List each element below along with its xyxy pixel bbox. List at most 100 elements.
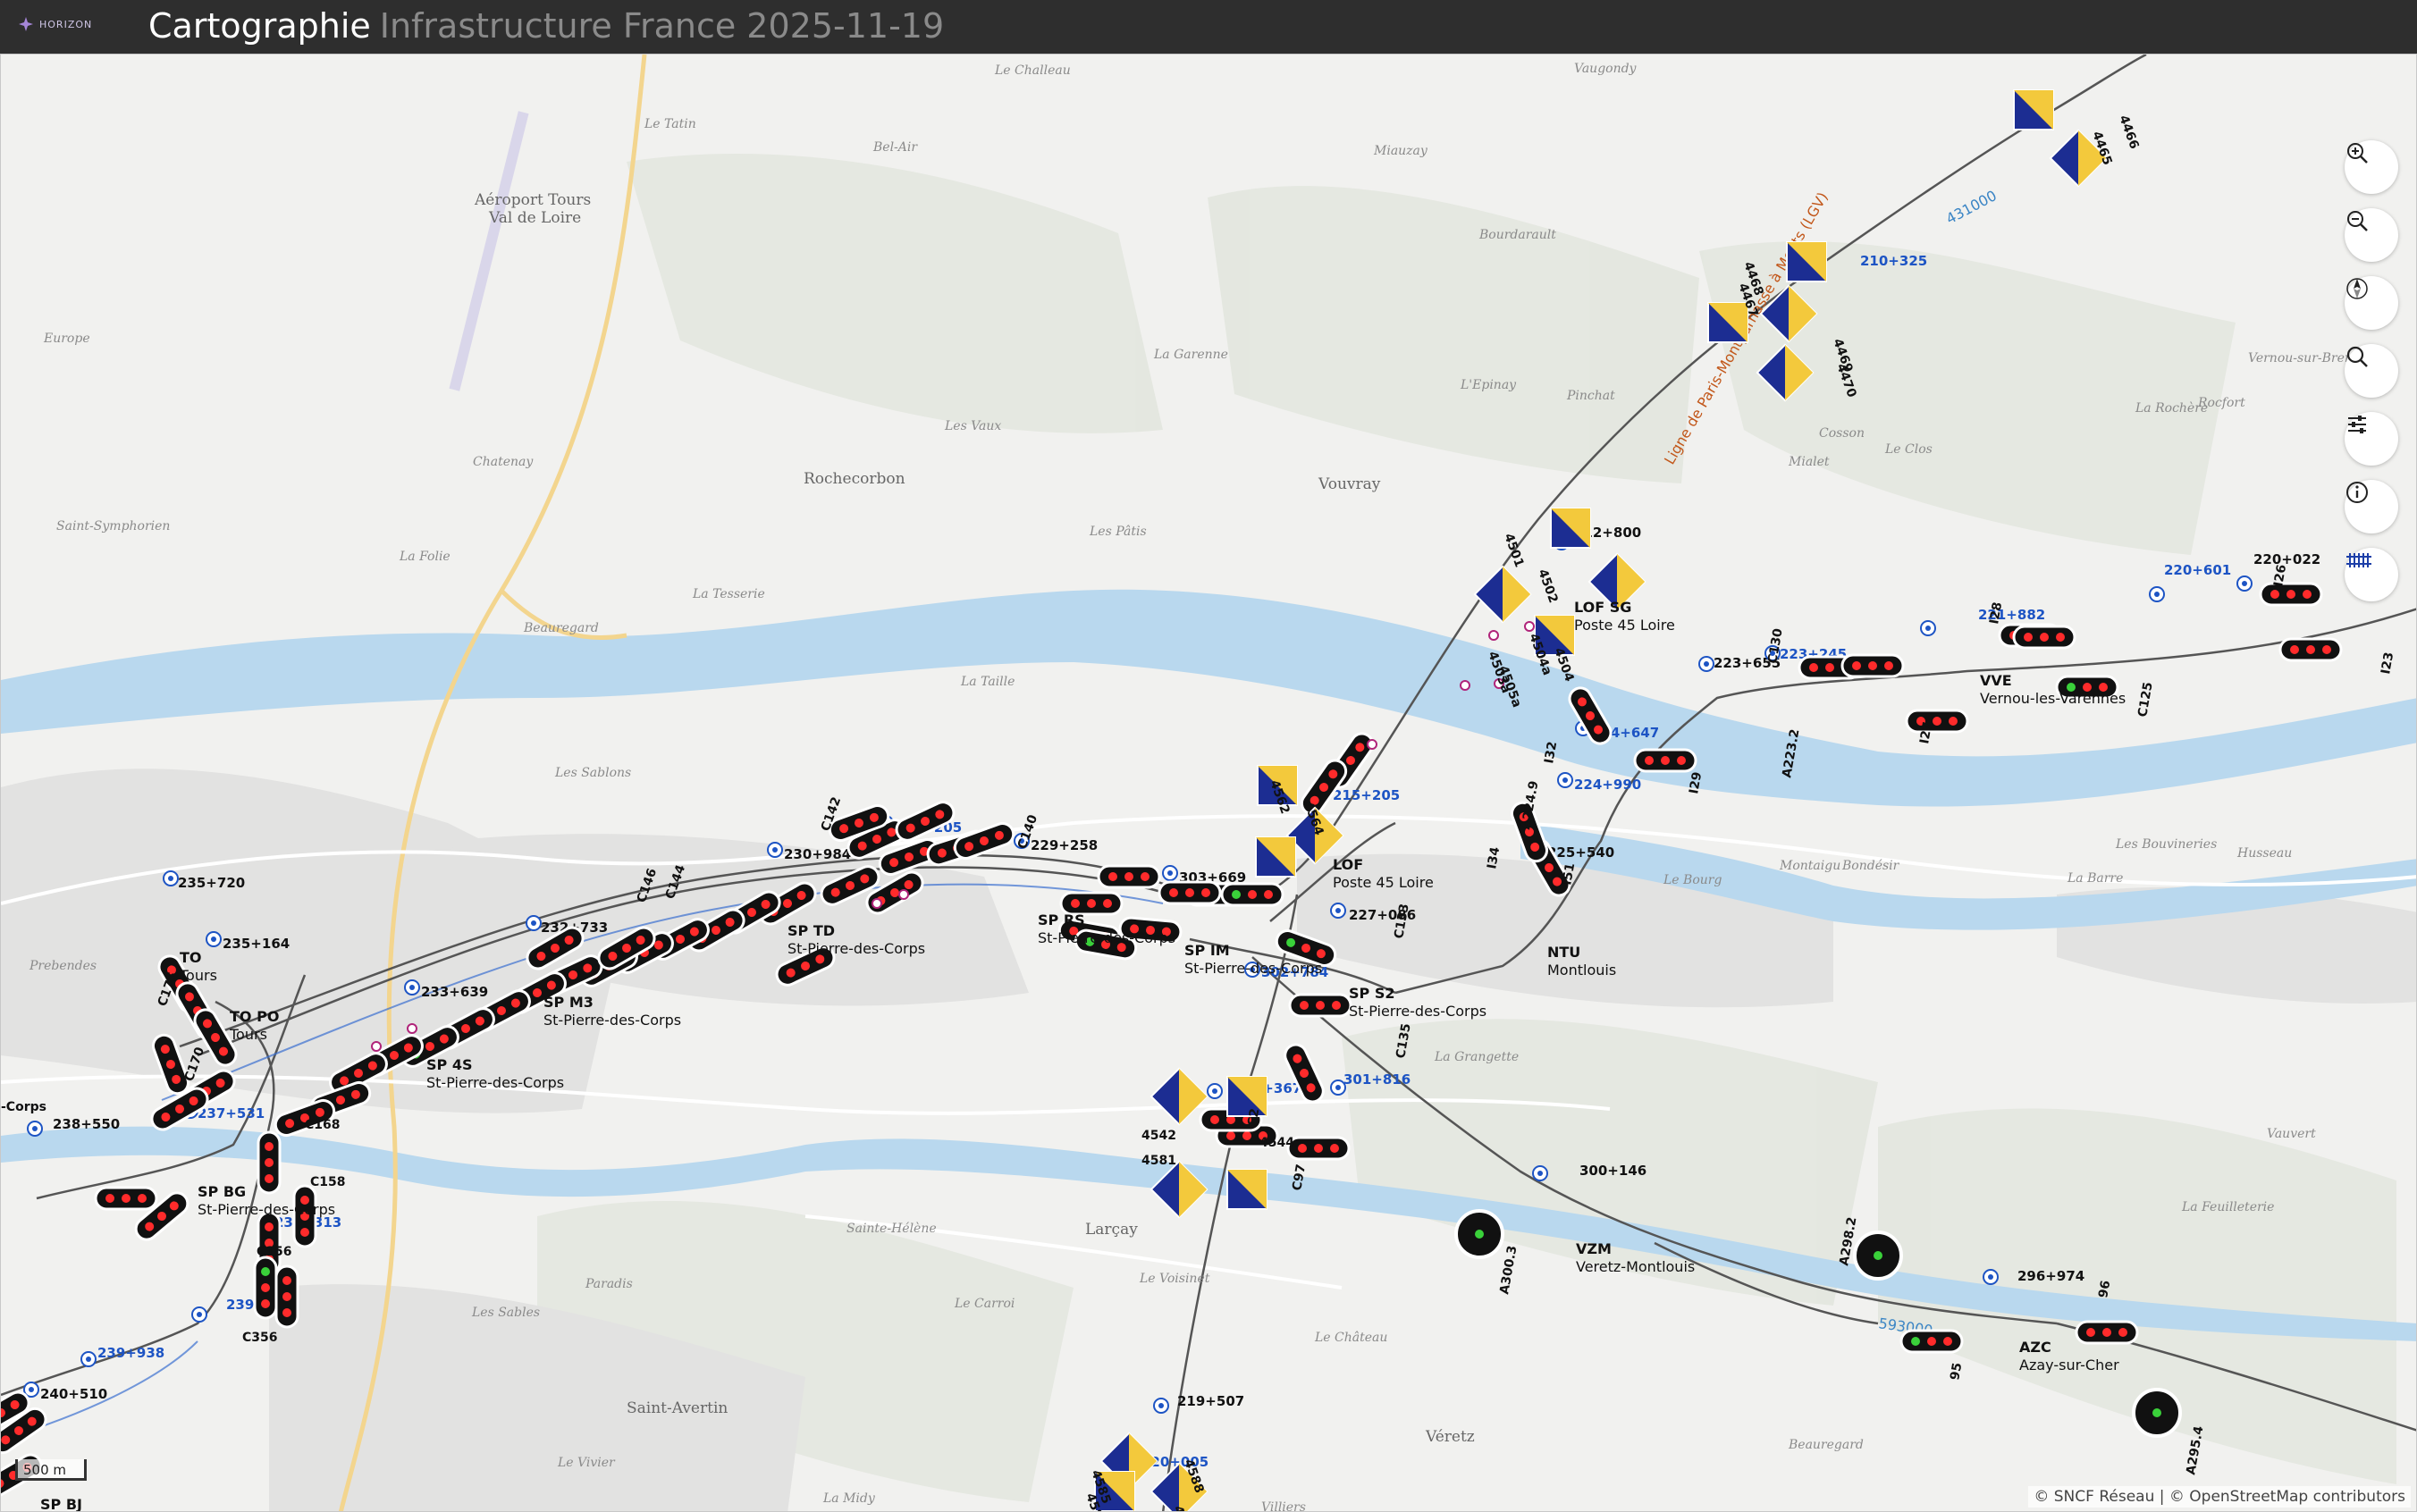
place-label: Rocfort xyxy=(2197,396,2245,410)
info-button[interactable] xyxy=(2345,480,2398,533)
signal-code: 4581 xyxy=(1141,1154,1176,1168)
km-point-dot xyxy=(2242,581,2247,586)
pink-marker[interactable] xyxy=(898,889,909,900)
signal-head[interactable] xyxy=(1905,709,1969,734)
place-label: Sainte-Hélène xyxy=(846,1222,937,1236)
signal-lamp xyxy=(282,1292,291,1301)
zoom-in-button[interactable] xyxy=(2345,140,2398,194)
signal-head[interactable] xyxy=(2075,1320,2139,1345)
signal-lamp xyxy=(2086,1328,2095,1337)
signal-lamp xyxy=(2056,633,2065,642)
signal-head[interactable] xyxy=(1158,880,1222,905)
km-point-label: 239+938 xyxy=(97,1345,164,1361)
map-canvas[interactable]: Ligne de Paris-Montparnasse à Monts (LGV… xyxy=(0,54,2417,1512)
place-label: La Folie xyxy=(399,550,451,564)
signal-head[interactable] xyxy=(1633,748,1697,773)
signal-head[interactable] xyxy=(274,1264,299,1329)
km-point-label: 235+720 xyxy=(178,875,245,891)
signal-head[interactable] xyxy=(1899,1329,1964,1354)
place-label: Le Clos xyxy=(1884,442,1933,457)
signal-lamp xyxy=(1248,890,1257,899)
signal-lamp xyxy=(1825,663,1834,672)
km-point-dot xyxy=(197,1312,202,1317)
station-code: SP S2 xyxy=(1349,985,1394,1002)
place-label: Le Challeau xyxy=(994,63,1071,78)
station-name: Poste 45 Loire xyxy=(1333,874,1434,891)
signal-lamp xyxy=(1226,1131,1235,1140)
pink-marker[interactable] xyxy=(371,1041,382,1052)
signal-lamp xyxy=(1124,872,1133,881)
signal-lamp xyxy=(2024,633,2033,642)
km-point-label: 240+510 xyxy=(40,1386,107,1402)
signal-head[interactable] xyxy=(1220,882,1284,907)
signal-head[interactable] xyxy=(1288,993,1352,1018)
search-button[interactable] xyxy=(2345,344,2398,398)
signal-panel[interactable] xyxy=(1226,1169,1267,1210)
signal-lamp xyxy=(1232,890,1241,899)
map-layer[interactable]: Ligne de Paris-Montparnasse à Monts (LGV… xyxy=(1,55,2417,1512)
km-point-label: 220+022 xyxy=(2253,551,2320,567)
pink-marker[interactable] xyxy=(407,1023,417,1034)
station-name: St-Pierre-des-Corps xyxy=(1349,1003,1486,1020)
signal-lamp xyxy=(1300,1001,1309,1010)
basemap-button[interactable] xyxy=(2345,548,2398,601)
km-point-dot xyxy=(1537,1171,1543,1176)
station-code: VVE xyxy=(1980,672,2012,689)
place-label: La Rochère xyxy=(2135,401,2208,416)
signal-panel[interactable] xyxy=(1550,508,1591,549)
signal-head[interactable] xyxy=(1286,1136,1351,1161)
title-subtitle: Infrastructure France 2025-11-19 xyxy=(379,6,945,46)
station-name: St-Pierre-des-Corps xyxy=(1184,960,1322,977)
sliders-icon xyxy=(2348,416,2366,433)
pink-marker[interactable] xyxy=(1524,621,1535,632)
round-signal[interactable] xyxy=(2132,1388,2182,1438)
compass-icon xyxy=(2346,278,2368,299)
app-logo[interactable]: HORIZON xyxy=(18,16,92,32)
signal-panel[interactable] xyxy=(1786,241,1827,282)
place-label: Chatenay xyxy=(473,455,534,469)
signal-head[interactable] xyxy=(2259,582,2323,607)
place-label: La Grangette xyxy=(1434,1050,1519,1064)
compass-button[interactable] xyxy=(2345,276,2398,330)
station-code: LOF xyxy=(1333,856,1363,873)
place-label: Cosson xyxy=(1819,426,1865,441)
signal-head[interactable] xyxy=(257,1130,282,1195)
pink-marker[interactable] xyxy=(1367,739,1377,750)
km-point-dot xyxy=(211,937,216,942)
app-root: HORIZON Cartographie Infrastructure Franc… xyxy=(0,0,2417,1512)
place-label: Saint-Symphorien xyxy=(56,519,170,533)
horizon-logo-icon xyxy=(19,17,33,31)
signal-head[interactable] xyxy=(1097,864,1161,889)
signal-panel[interactable] xyxy=(1255,836,1296,878)
station-code: TO PO xyxy=(230,1008,279,1025)
round-signal[interactable] xyxy=(1853,1231,1903,1281)
km-point-label: 233+639 xyxy=(421,984,488,1000)
signal-lamp xyxy=(265,1158,274,1167)
signal-lamp xyxy=(138,1194,147,1203)
signal-lamp xyxy=(2290,645,2299,654)
station-name: Montlouis xyxy=(1547,962,1616,979)
place-label: Beauregard xyxy=(523,621,599,635)
place-label: Aéroport Tours xyxy=(474,191,591,209)
signal-code: -Corps xyxy=(1,1100,46,1114)
signal-panel[interactable] xyxy=(1707,302,1748,343)
signal-head[interactable] xyxy=(2012,625,2076,650)
signal-lamp xyxy=(1087,899,1096,908)
place-label: La Taille xyxy=(960,675,1015,689)
km-point-label: 235+164 xyxy=(223,936,290,952)
search-icon xyxy=(2346,346,2368,367)
pink-marker[interactable] xyxy=(1488,630,1499,641)
signal-head[interactable] xyxy=(94,1186,158,1211)
signal-code: 4542 xyxy=(1141,1129,1176,1143)
zoom-out-button[interactable] xyxy=(2345,208,2398,262)
signal-panel[interactable] xyxy=(2013,89,2054,130)
signal-head[interactable] xyxy=(1840,653,1905,678)
pink-marker[interactable] xyxy=(872,898,882,909)
km-point-label: 230+984 xyxy=(784,846,851,862)
signal-head[interactable] xyxy=(2278,637,2343,662)
pink-marker[interactable] xyxy=(1460,680,1470,691)
signal-head[interactable] xyxy=(253,1256,278,1320)
filters-button[interactable] xyxy=(2345,412,2398,466)
station-name: St-Pierre-des-Corps xyxy=(198,1201,335,1218)
round-signal[interactable] xyxy=(1454,1209,1504,1259)
